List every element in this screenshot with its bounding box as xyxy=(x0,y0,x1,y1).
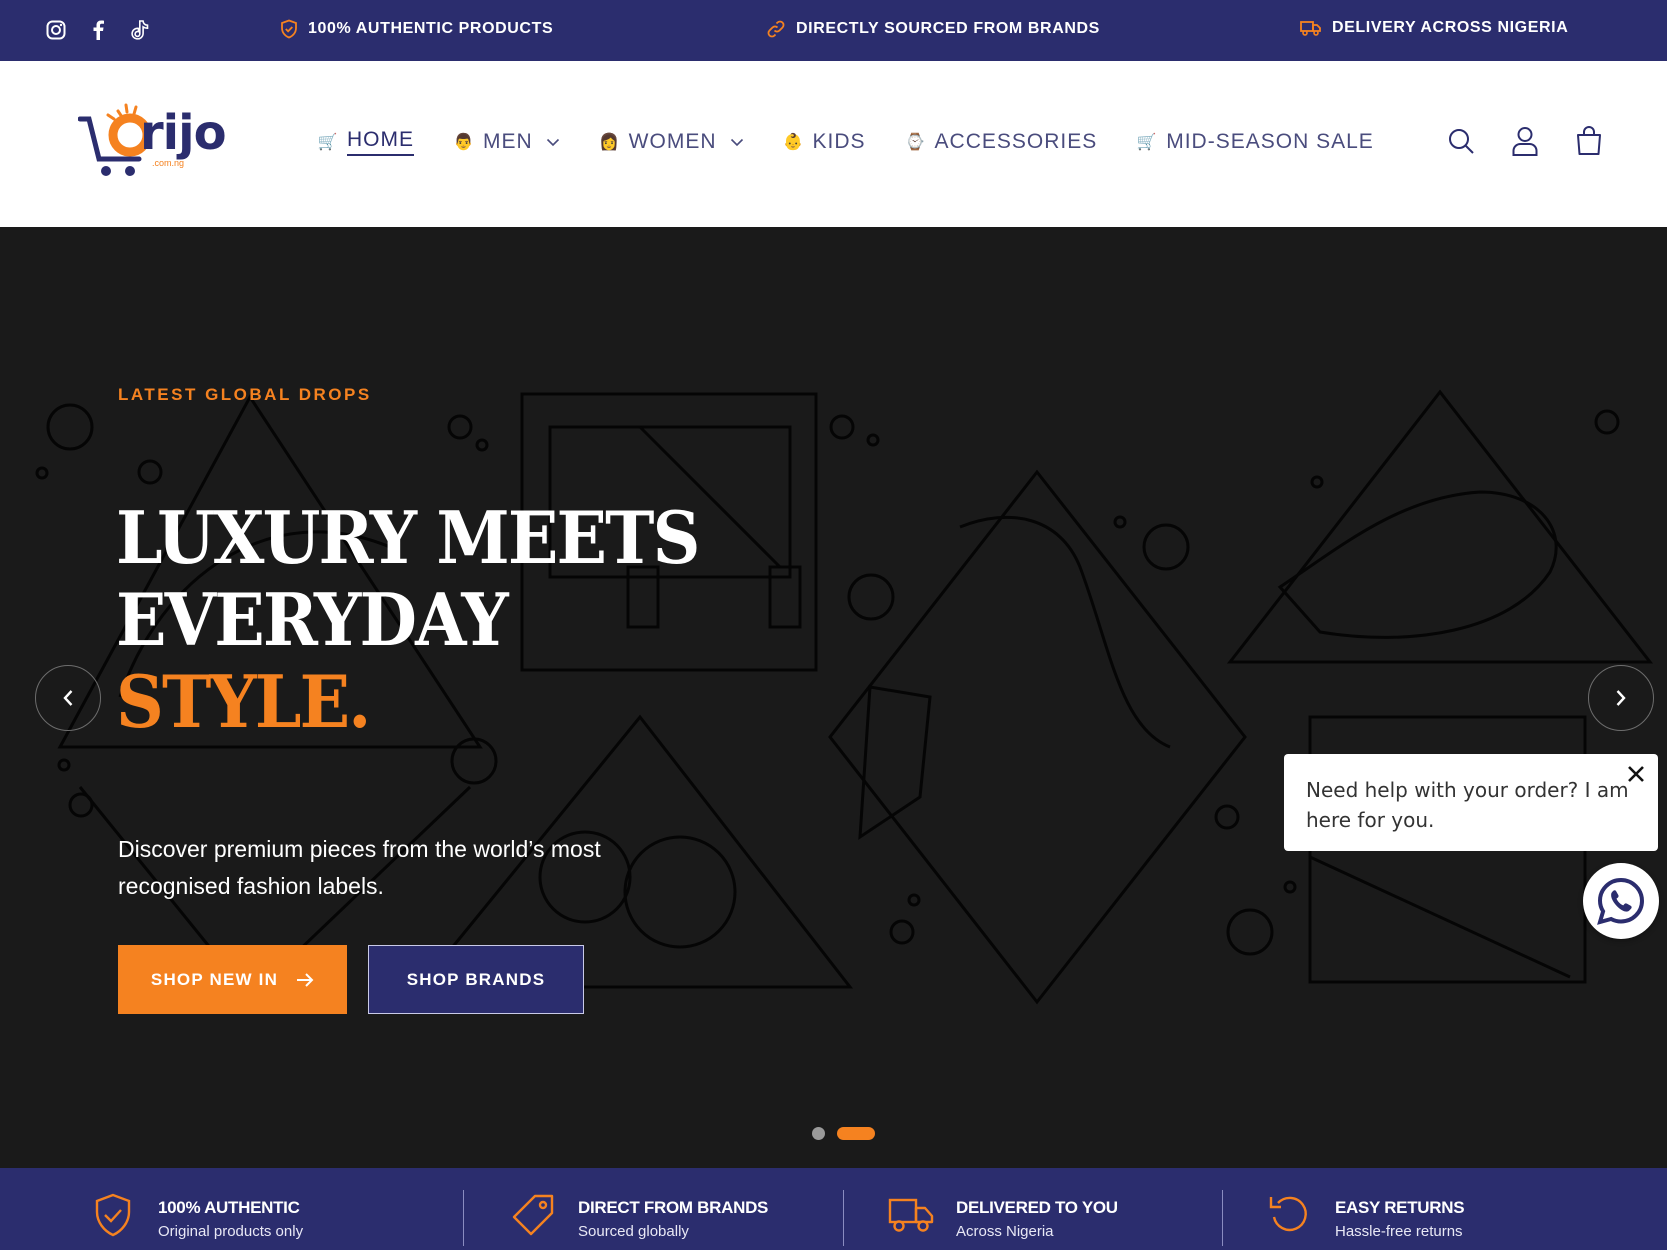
promo-sourced: DIRECTLY SOURCED FROM BRANDS xyxy=(766,19,1100,39)
nav-label: MID-SEASON SALE xyxy=(1166,130,1374,153)
truck-icon xyxy=(1300,21,1321,36)
feature-divider xyxy=(463,1190,464,1246)
feature-delivered: DELIVERED TO YOU Across Nigeria xyxy=(888,1192,1118,1240)
feature-divider xyxy=(1222,1190,1223,1246)
nav-item-accessories[interactable]: ⌚ ACCESSORIES xyxy=(905,128,1098,156)
nav-item-men[interactable]: 👨 MEN xyxy=(454,128,560,156)
promo-text: DELIVERY ACROSS NIGERIA xyxy=(1332,19,1569,36)
feature-subtitle: Hassle-free returns xyxy=(1335,1223,1463,1240)
feature-subtitle: Across Nigeria xyxy=(956,1223,1054,1240)
feature-direct: DIRECT FROM BRANDS Sourced globally xyxy=(510,1192,768,1240)
logo-domain: .com.ng xyxy=(152,158,185,168)
feature-title: DIRECT FROM BRANDS xyxy=(578,1198,769,1217)
feature-title: 100% AUTHENTIC xyxy=(158,1198,300,1217)
watch-icon: ⌚ xyxy=(905,134,926,151)
link-icon xyxy=(767,20,785,38)
nav-label: WOMEN xyxy=(628,130,717,153)
cart-icon: 🛒 xyxy=(1136,134,1158,151)
nav-item-home[interactable]: 🛒 HOME xyxy=(318,128,414,156)
hero-slider: LATEST GLOBAL DROPS LUXURY MEETS EVERYDA… xyxy=(0,227,1667,1168)
site-header: rijo .com.ng 🛒 HOME 👨 MEN 👩 WOMEN 👶 KIDS… xyxy=(0,61,1667,227)
chevron-down-icon xyxy=(730,138,743,146)
hero-subtext: Discover premium pieces from the world’s… xyxy=(118,836,601,899)
slider-pagination xyxy=(812,1127,875,1140)
features-bar: 100% AUTHENTIC Original products only DI… xyxy=(0,1168,1667,1250)
headline-line1: LUXURY MEETS xyxy=(116,495,700,580)
hero-headline: LUXURY MEETS EVERYDAY STYLE. xyxy=(116,495,700,744)
shield-check-icon xyxy=(281,19,297,39)
nav-label: HOME xyxy=(347,128,414,156)
nav-label: KIDS xyxy=(812,130,866,153)
slider-prev-button[interactable] xyxy=(35,665,101,731)
main-nav: 🛒 HOME 👨 MEN 👩 WOMEN 👶 KIDS ⌚ ACCESSORIE… xyxy=(318,128,1414,156)
shop-brands-button[interactable]: SHOP BRANDS xyxy=(368,945,584,1014)
feature-subtitle: Original products only xyxy=(158,1223,304,1240)
whatsapp-button[interactable] xyxy=(1583,863,1659,939)
search-icon[interactable] xyxy=(1446,125,1476,157)
button-label: SHOP NEW IN xyxy=(150,969,279,989)
chevron-right-icon xyxy=(1616,690,1626,706)
feature-title: DELIVERED TO YOU xyxy=(956,1198,1118,1217)
hero-eyebrow: LATEST GLOBAL DROPS xyxy=(118,385,372,404)
nav-item-kids[interactable]: 👶 KIDS xyxy=(783,128,866,156)
chevron-left-icon xyxy=(63,690,73,706)
feature-subtitle: Sourced globally xyxy=(578,1223,689,1240)
promo-text: DIRECTLY SOURCED FROM BRANDS xyxy=(796,20,1100,37)
nav-label: ACCESSORIES xyxy=(934,130,1098,153)
feature-divider xyxy=(843,1190,844,1246)
man-icon: 👨 xyxy=(453,134,475,151)
shop-new-in-button[interactable]: SHOP NEW IN xyxy=(118,945,347,1014)
cart-icon: 🛒 xyxy=(317,134,339,151)
promo-text: 100% AUTHENTIC PRODUCTS xyxy=(308,20,554,37)
slider-next-button[interactable] xyxy=(1588,665,1654,731)
promo-delivery: DELIVERY ACROSS NIGERIA xyxy=(1300,19,1568,37)
tiktok-icon[interactable] xyxy=(128,18,152,42)
announcement-bar: 100% AUTHENTIC PRODUCTS DIRECTLY SOURCED… xyxy=(0,0,1667,61)
facebook-icon[interactable] xyxy=(86,18,110,42)
arrow-right-icon xyxy=(297,972,314,987)
truck-icon xyxy=(888,1192,934,1238)
shield-check-icon xyxy=(90,1192,136,1238)
instagram-icon[interactable] xyxy=(44,18,68,42)
slider-dot-2[interactable] xyxy=(837,1127,875,1140)
site-logo[interactable]: rijo .com.ng xyxy=(78,101,258,183)
slider-dot-1[interactable] xyxy=(812,1127,825,1140)
promo-authentic: 100% AUTHENTIC PRODUCTS xyxy=(280,19,553,39)
close-icon[interactable] xyxy=(1624,762,1648,786)
feature-title: EASY RETURNS xyxy=(1335,1198,1465,1217)
headline-accent: STYLE. xyxy=(116,659,371,744)
chat-prompt[interactable]: Need help with your order? I am here for… xyxy=(1284,754,1658,851)
woman-icon: 👩 xyxy=(599,134,621,151)
tag-icon xyxy=(510,1192,556,1238)
feature-authentic: 100% AUTHENTIC Original products only xyxy=(90,1192,303,1240)
cart-icon[interactable] xyxy=(1574,125,1604,157)
social-links xyxy=(44,18,152,42)
whatsapp-icon xyxy=(1597,877,1645,925)
nav-item-mid-season-sale[interactable]: 🛒 MID-SEASON SALE xyxy=(1137,128,1374,156)
headline-line2: EVERYDAY xyxy=(116,577,509,662)
header-actions xyxy=(1446,125,1604,157)
return-icon xyxy=(1267,1192,1313,1238)
logo-wordmark: rijo xyxy=(140,105,227,161)
feature-returns: EASY RETURNS Hassle-free returns xyxy=(1267,1192,1465,1240)
account-icon[interactable] xyxy=(1510,125,1540,157)
button-label: SHOP BRANDS xyxy=(406,969,546,989)
nav-label: MEN xyxy=(483,130,533,153)
chat-message: Need help with your order? I am here for… xyxy=(1306,778,1629,832)
chevron-down-icon xyxy=(546,138,559,146)
baby-icon: 👶 xyxy=(783,134,804,151)
nav-item-women[interactable]: 👩 WOMEN xyxy=(599,128,744,156)
